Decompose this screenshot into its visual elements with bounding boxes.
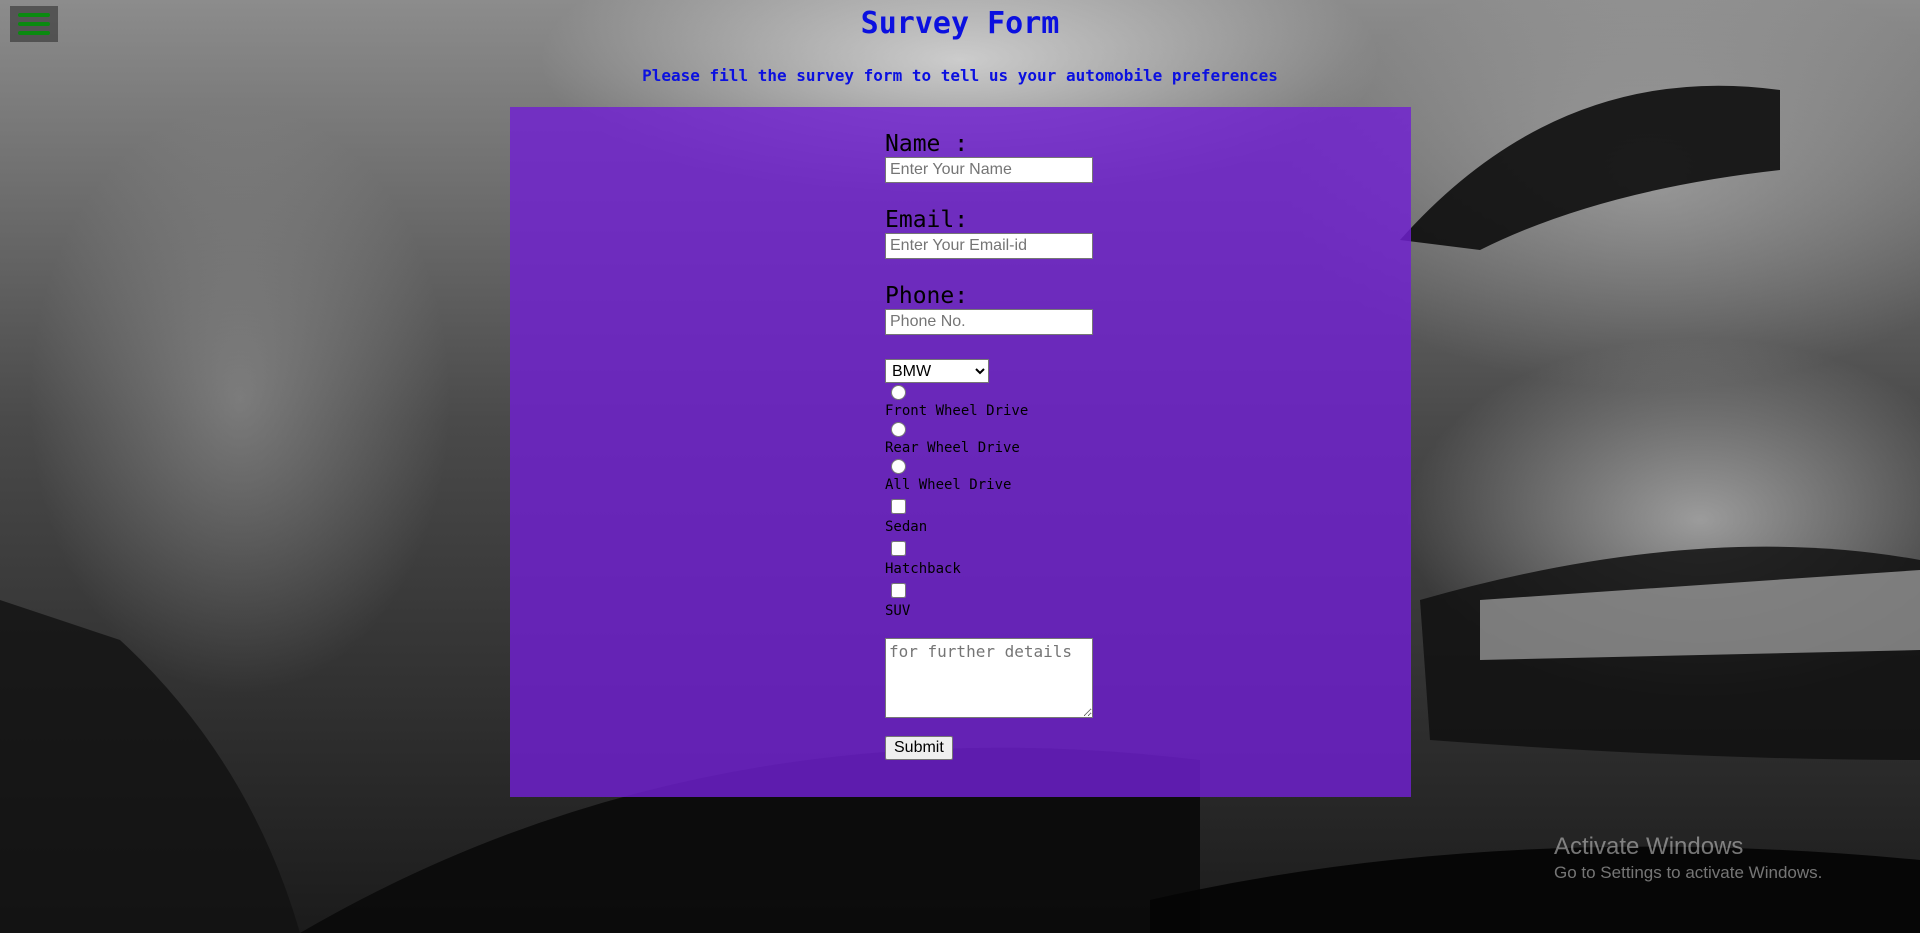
drive-option-rear: Rear Wheel Drive <box>885 422 1185 457</box>
suv-checkbox[interactable] <box>891 583 906 598</box>
phone-input[interactable] <box>885 309 1093 335</box>
body-type-suv: SUV <box>885 583 1185 620</box>
survey-form: Name : Email: Phone: BMW Front Wheel Dri… <box>885 131 1185 760</box>
page-title: Survey Form <box>860 6 1060 41</box>
page-subtitle: Please fill the survey form to tell us y… <box>642 66 1278 85</box>
details-textarea[interactable] <box>885 638 1093 718</box>
all-wheel-drive-radio[interactable] <box>891 459 906 474</box>
drive-option-front: Front Wheel Drive <box>885 385 1185 420</box>
windows-activation-watermark: Activate Windows Go to Settings to activ… <box>1554 832 1822 884</box>
hatchback-label: Hatchback <box>885 561 961 577</box>
body-type-sedan: Sedan <box>885 499 1185 536</box>
all-wheel-drive-label: All Wheel Drive <box>885 477 1012 493</box>
sedan-label: Sedan <box>885 519 928 535</box>
front-wheel-drive-radio[interactable] <box>891 385 906 400</box>
submit-button[interactable]: Submit <box>885 736 953 760</box>
email-input[interactable] <box>885 233 1093 259</box>
suv-label: SUV <box>885 603 911 619</box>
car-brand-select[interactable]: BMW <box>885 359 989 383</box>
front-wheel-drive-label: Front Wheel Drive <box>885 403 1029 419</box>
email-label: Email: <box>885 207 969 233</box>
drive-option-all: All Wheel Drive <box>885 459 1185 494</box>
rear-wheel-drive-radio[interactable] <box>891 422 906 437</box>
name-input[interactable] <box>885 157 1093 183</box>
survey-form-panel: Name : Email: Phone: BMW Front Wheel Dri… <box>510 107 1411 797</box>
body-type-hatchback: Hatchback <box>885 541 1185 578</box>
watermark-title: Activate Windows <box>1554 833 1744 860</box>
sedan-checkbox[interactable] <box>891 499 906 514</box>
name-label: Name : <box>885 131 969 157</box>
hatchback-checkbox[interactable] <box>891 541 906 556</box>
watermark-subtitle: Go to Settings to activate Windows. <box>1554 863 1823 882</box>
rear-wheel-drive-label: Rear Wheel Drive <box>885 440 1020 456</box>
phone-label: Phone: <box>885 283 969 309</box>
